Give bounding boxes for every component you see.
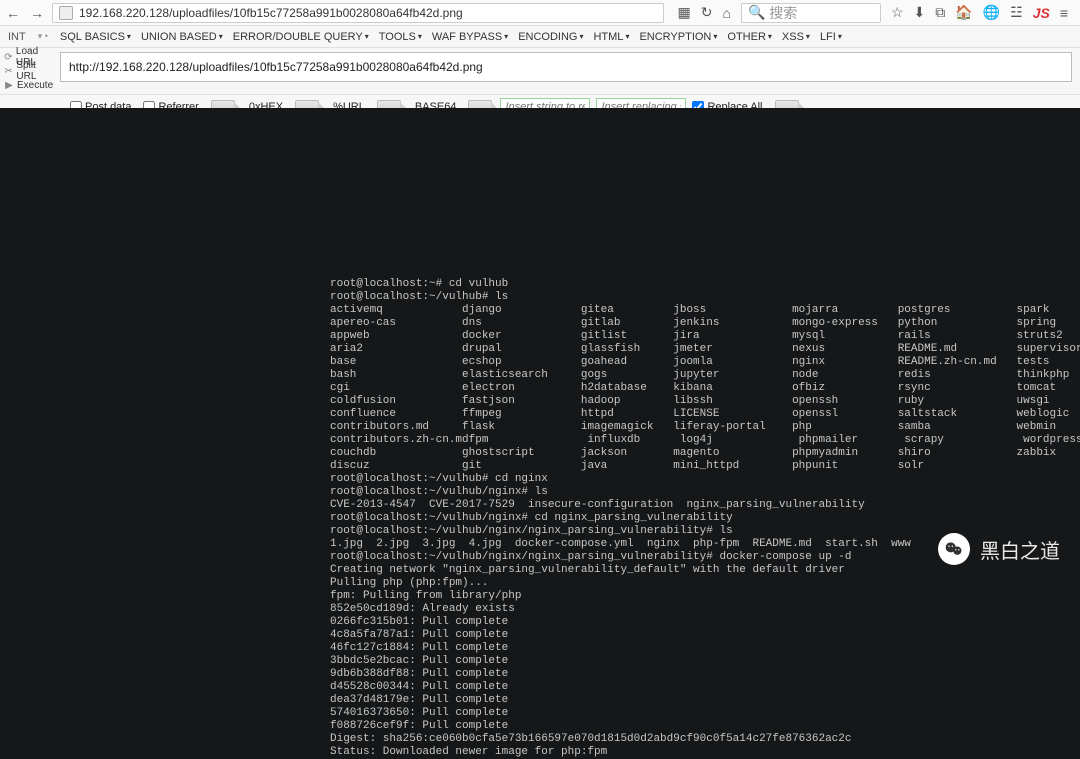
hb-menu-item[interactable]: OTHER: [727, 31, 772, 43]
hackbar-menubar: INT ▾ • SQL BASICSUNION BASEDERROR/DOUBL…: [0, 26, 1080, 48]
forward-button[interactable]: →: [28, 4, 46, 22]
hb-prefix: INT: [8, 31, 26, 43]
home2-icon[interactable]: 🏠: [955, 4, 972, 21]
hb-menu-item[interactable]: SQL BASICS: [60, 31, 131, 43]
watermark-text: 黑白之道: [980, 535, 1060, 564]
hb-menu-item[interactable]: ERROR/DOUBLE QUERY: [233, 31, 369, 43]
search-placeholder: 搜索: [769, 3, 797, 23]
hb-menu-item[interactable]: HTML: [593, 31, 629, 43]
search-box[interactable]: 🔍 搜索: [741, 3, 881, 23]
wechat-icon: [938, 533, 970, 565]
star-icon[interactable]: ☆: [891, 4, 904, 21]
identity-icon: [59, 6, 73, 20]
reload-icon[interactable]: ↻: [701, 4, 713, 21]
reader-icon[interactable]: ▦: [678, 4, 691, 21]
library-icon[interactable]: ⧉: [935, 4, 945, 21]
split-url-action[interactable]: ✂Split URL: [0, 64, 60, 78]
back-button[interactable]: ←: [4, 4, 22, 22]
js-icon[interactable]: JS: [1033, 5, 1050, 21]
watermark: 黑白之道: [938, 533, 1060, 565]
chrome-right-icons: ▦ ↻ ⌂ 🔍 搜索 ☆ ⬇ ⧉ 🏠 🌐 ☳ JS ≡: [670, 3, 1076, 23]
hackbar-actions: ⟳Load URL ✂Split URL ▶Execute: [0, 48, 60, 94]
url-bar[interactable]: 192.168.220.128/uploadfiles/10fb15c77258…: [52, 3, 664, 23]
hb-menu-item[interactable]: WAF BYPASS: [432, 31, 508, 43]
hb-menu-item[interactable]: ENCRYPTION: [639, 31, 717, 43]
hb-menu-item[interactable]: ENCODING: [518, 31, 583, 43]
hb-menu-item[interactable]: XSS: [782, 31, 810, 43]
page-content: root@localhost:~# cd vulhub root@localho…: [0, 108, 1080, 583]
overflow-icon[interactable]: ☳: [1010, 4, 1023, 21]
hb-menu-item[interactable]: LFI: [820, 31, 842, 43]
download-icon[interactable]: ⬇: [914, 4, 926, 21]
hb-menu-item[interactable]: UNION BASED: [141, 31, 223, 43]
execute-action[interactable]: ▶Execute: [0, 78, 60, 92]
menu-icon[interactable]: ≡: [1060, 5, 1068, 21]
browser-toolbar: ← → 192.168.220.128/uploadfiles/10fb15c7…: [0, 0, 1080, 26]
terminal-output: root@localhost:~# cd vulhub root@localho…: [330, 278, 1080, 759]
globe-icon[interactable]: 🌐: [983, 4, 1000, 21]
hackbar-url-input[interactable]: [60, 52, 1072, 82]
hb-menu-item[interactable]: TOOLS: [379, 31, 422, 43]
home-icon[interactable]: ⌂: [723, 5, 731, 21]
hackbar-main: ⟳Load URL ✂Split URL ▶Execute: [0, 48, 1080, 95]
url-text: 192.168.220.128/uploadfiles/10fb15c77258…: [79, 6, 463, 20]
